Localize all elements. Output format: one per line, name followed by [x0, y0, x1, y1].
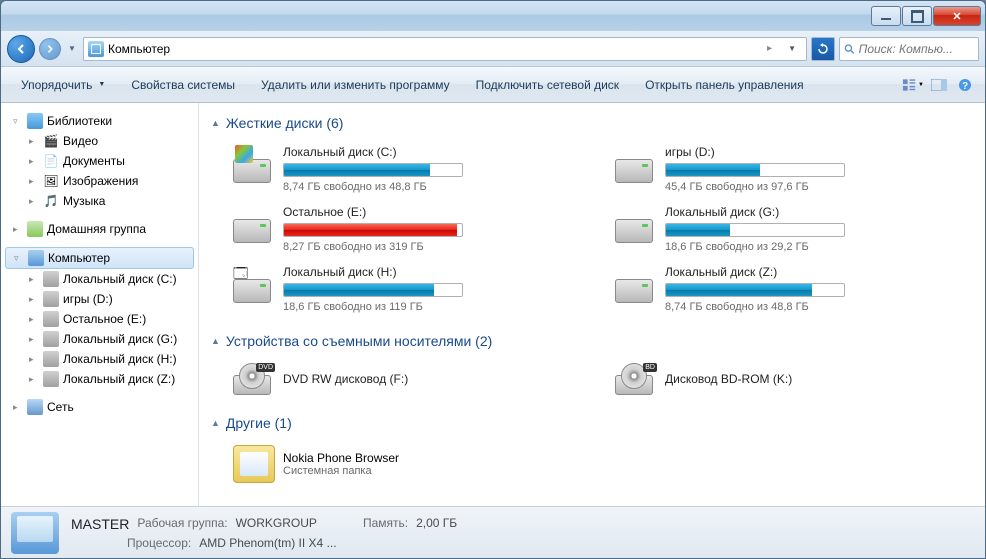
- capacity-bar: [283, 283, 463, 297]
- bd-drive-icon: BD: [615, 363, 657, 395]
- capacity-bar: [665, 163, 845, 177]
- capacity-bar: [283, 163, 463, 177]
- disk-icon: [43, 331, 59, 347]
- drive-icon: [615, 265, 657, 303]
- address-text: Компьютер: [108, 42, 757, 56]
- disk-icon: [43, 311, 59, 327]
- disk-icon: [43, 291, 59, 307]
- nav-history-dropdown[interactable]: ▼: [65, 39, 79, 59]
- explorer-window: ▼ Компьютер ▸ ▼ Упорядочить▼ Свойства си…: [0, 0, 986, 559]
- computer-name: MASTER: [71, 516, 129, 532]
- view-options-button[interactable]: ▼: [902, 74, 924, 96]
- drive-icon: [233, 205, 275, 243]
- system-folder-icon: [233, 445, 275, 483]
- tree-music[interactable]: ▸🎵Музыка: [1, 191, 198, 211]
- drive-d[interactable]: игры (D:)45,4 ГБ свободно из 97,6 ГБ: [611, 141, 973, 197]
- address-field[interactable]: Компьютер ▸ ▼: [83, 37, 807, 61]
- maximize-button[interactable]: [902, 6, 932, 26]
- drive-icon: [615, 205, 657, 243]
- map-network-drive-button[interactable]: Подключить сетевой диск: [464, 72, 631, 98]
- tree-homegroup[interactable]: ▸Домашняя группа: [1, 219, 198, 239]
- navigation-pane: ▿Библиотеки ▸🎬Видео ▸📄Документы ▸🖼Изобра…: [1, 103, 199, 506]
- section-removable[interactable]: ▲Устройства со съемными носителями (2): [211, 329, 973, 359]
- forward-button[interactable]: [39, 38, 61, 60]
- capacity-bar: [283, 223, 463, 237]
- drive-z[interactable]: Локальный диск (Z:)8,74 ГБ свободно из 4…: [611, 261, 973, 317]
- tree-videos[interactable]: ▸🎬Видео: [1, 131, 198, 151]
- disk-icon: [43, 371, 59, 387]
- disk-icon: [43, 271, 59, 287]
- titlebar[interactable]: [1, 1, 985, 31]
- content-area: ▿Библиотеки ▸🎬Видео ▸📄Документы ▸🖼Изобра…: [1, 103, 985, 506]
- drive-g[interactable]: Локальный диск (G:)18,6 ГБ свободно из 2…: [611, 201, 973, 257]
- details-pane: MASTER Рабочая группа: WORKGROUP Память:…: [1, 506, 985, 558]
- tree-drive-z[interactable]: ▸Локальный диск (Z:): [1, 369, 198, 389]
- address-dropdown[interactable]: ▼: [782, 44, 802, 53]
- open-control-panel-button[interactable]: Открыть панель управления: [633, 72, 816, 98]
- music-icon: 🎵: [43, 193, 59, 209]
- close-button[interactable]: [933, 6, 981, 26]
- dvd-drive-icon: DVD: [233, 363, 275, 395]
- tree-drive-c[interactable]: ▸Локальный диск (C:): [1, 269, 198, 289]
- documents-icon: 📄: [43, 153, 59, 169]
- tree-drive-e[interactable]: ▸Остальное (E:): [1, 309, 198, 329]
- drive-c[interactable]: Локальный диск (C:)8,74 ГБ свободно из 4…: [229, 141, 591, 197]
- svg-text:?: ?: [962, 81, 968, 92]
- computer-icon: [88, 41, 104, 57]
- tree-pictures[interactable]: ▸🖼Изображения: [1, 171, 198, 191]
- minimize-button[interactable]: [871, 6, 901, 26]
- capacity-bar: [665, 223, 845, 237]
- hard-drives-grid: Локальный диск (C:)8,74 ГБ свободно из 4…: [229, 141, 973, 317]
- tree-computer[interactable]: ▿Компьютер: [5, 247, 194, 269]
- removable-grid: DVD DVD RW дисковод (F:) BD Дисковод BD-…: [229, 359, 973, 399]
- device-bd[interactable]: BD Дисковод BD-ROM (K:): [611, 359, 973, 399]
- uninstall-program-button[interactable]: Удалить или изменить программу: [249, 72, 462, 98]
- section-hard-drives[interactable]: ▲Жесткие диски (6): [211, 111, 973, 141]
- help-button[interactable]: ?: [954, 74, 976, 96]
- nokia-phone-browser[interactable]: Nokia Phone BrowserСистемная папка: [229, 441, 973, 487]
- video-icon: 🎬: [43, 133, 59, 149]
- network-icon: [27, 399, 43, 415]
- drive-icon: [233, 145, 275, 183]
- refresh-button[interactable]: [811, 37, 835, 61]
- tree-drive-h[interactable]: ▸Локальный диск (H:): [1, 349, 198, 369]
- organize-menu[interactable]: Упорядочить▼: [9, 72, 117, 98]
- back-button[interactable]: [7, 35, 35, 63]
- disk-icon: [43, 351, 59, 367]
- tree-documents[interactable]: ▸📄Документы: [1, 151, 198, 171]
- search-input[interactable]: [859, 42, 974, 56]
- preview-pane-button[interactable]: [928, 74, 950, 96]
- window-controls: [870, 6, 981, 26]
- search-field[interactable]: [839, 37, 979, 61]
- search-icon: [844, 43, 855, 55]
- drive-h[interactable]: Локальный диск (H:)18,6 ГБ свободно из 1…: [229, 261, 591, 317]
- command-bar: Упорядочить▼ Свойства системы Удалить ил…: [1, 67, 985, 103]
- drive-icon: [233, 265, 275, 303]
- computer-large-icon: [11, 512, 59, 554]
- tree-drive-d[interactable]: ▸игры (D:): [1, 289, 198, 309]
- drive-icon: [615, 145, 657, 183]
- pictures-icon: 🖼: [43, 173, 59, 189]
- device-dvd[interactable]: DVD DVD RW дисковод (F:): [229, 359, 591, 399]
- main-pane: ▲Жесткие диски (6) Локальный диск (C:)8,…: [199, 103, 985, 506]
- drive-e[interactable]: Остальное (E:)8,27 ГБ свободно из 319 ГБ: [229, 201, 591, 257]
- libraries-icon: [27, 113, 43, 129]
- system-properties-button[interactable]: Свойства системы: [119, 72, 247, 98]
- address-bar: ▼ Компьютер ▸ ▼: [1, 31, 985, 67]
- tree-network[interactable]: ▸Сеть: [1, 397, 198, 417]
- homegroup-icon: [27, 221, 43, 237]
- computer-icon: [28, 250, 44, 266]
- section-other[interactable]: ▲Другие (1): [211, 411, 973, 441]
- tree-drive-g[interactable]: ▸Локальный диск (G:): [1, 329, 198, 349]
- tree-libraries[interactable]: ▿Библиотеки: [1, 111, 198, 131]
- breadcrumb-arrow[interactable]: ▸: [761, 43, 778, 54]
- capacity-bar: [665, 283, 845, 297]
